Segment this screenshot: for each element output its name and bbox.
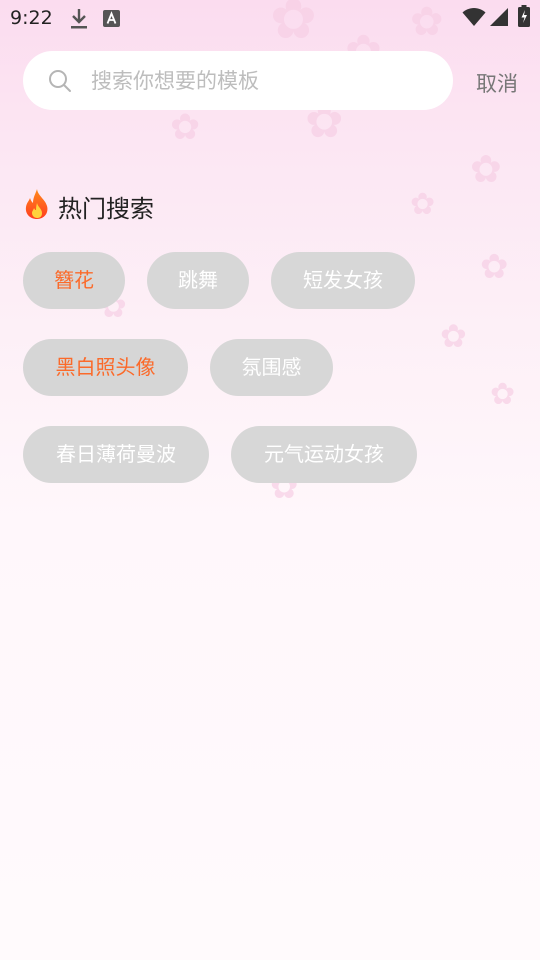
font-icon [103,10,120,31]
hot-tag-zanhua[interactable]: 簪花 [23,252,125,309]
hot-tag-atmosphere[interactable]: 氛围感 [210,339,333,396]
search-bar[interactable] [23,51,453,110]
status-time: 9:22 [10,7,53,29]
flower-decoration: ✿ [410,187,436,222]
search-icon [48,69,72,93]
signal-icon [489,7,509,31]
flower-decoration: ✿ [170,107,201,148]
hot-tag-spring-mint[interactable]: 春日薄荷曼波 [23,426,209,483]
flower-decoration: ✿ [470,147,502,191]
cancel-button[interactable]: 取消 [476,68,518,98]
hot-tag-dance[interactable]: 跳舞 [147,252,249,309]
status-bar: 9:22 [0,0,540,38]
hot-tag-short-hair-girl[interactable]: 短发女孩 [271,252,415,309]
battery-charging-icon [518,5,530,31]
hot-tag-sporty-girl[interactable]: 元气运动女孩 [231,426,417,483]
flower-decoration: ✿ [490,377,516,412]
wifi-icon [462,7,486,31]
hot-tag-bw-avatar[interactable]: 黑白照头像 [23,339,188,396]
download-icon [70,8,88,34]
fire-icon [22,188,52,220]
search-input[interactable] [91,65,431,97]
hot-search-title: 热门搜索 [58,195,154,223]
flower-decoration: ✿ [440,317,467,355]
flower-decoration: ✿ [480,247,509,287]
